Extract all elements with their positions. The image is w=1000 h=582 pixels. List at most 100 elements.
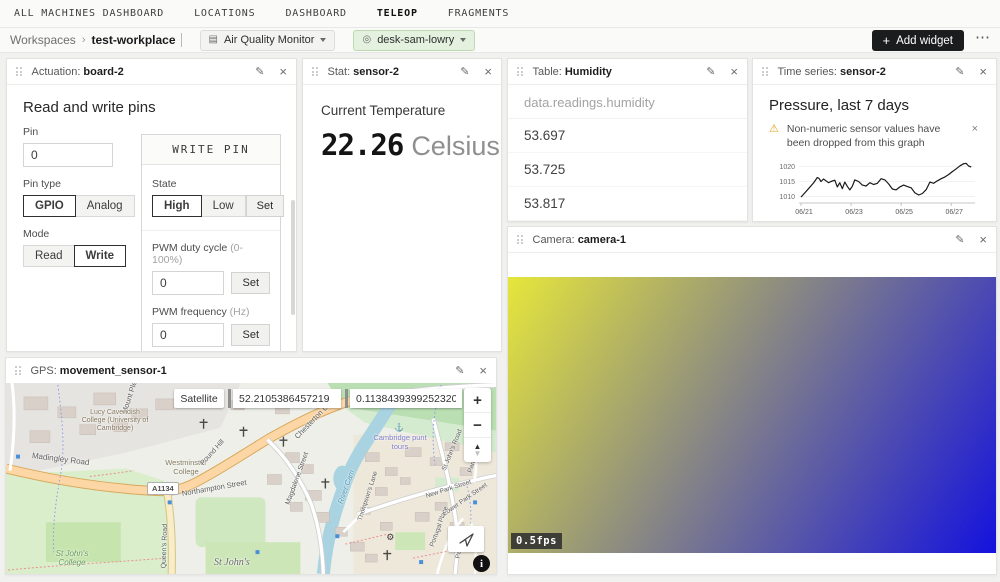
map-label-st-johns-college: St John's College bbox=[44, 549, 100, 567]
edit-icon[interactable]: ✎ bbox=[955, 233, 964, 246]
workspace-toolbar: Workspaces › test-workplace ▤ Air Qualit… bbox=[0, 28, 1000, 53]
widget-header: GPS:movement_sensor-1 ✎ × bbox=[6, 358, 496, 384]
divider-handle[interactable] bbox=[228, 389, 231, 408]
mode-read-button[interactable]: Read bbox=[23, 245, 75, 267]
edit-icon[interactable]: ✎ bbox=[255, 65, 264, 78]
close-icon[interactable]: × bbox=[979, 233, 987, 246]
state-toggle: High Low bbox=[152, 195, 246, 217]
fps-badge: 0.5fps bbox=[511, 533, 562, 549]
part-status-icon: ◎ bbox=[362, 35, 371, 45]
set-pwm-frequency-button[interactable]: Set bbox=[231, 324, 270, 346]
svg-text:06/23: 06/23 bbox=[845, 209, 863, 216]
map-label-punt-tours: Cambridge punt tours bbox=[368, 433, 432, 451]
zoom-in-button[interactable]: + bbox=[464, 388, 491, 413]
svg-text:1020: 1020 bbox=[779, 164, 795, 171]
pin-type-analog-button[interactable]: Analog bbox=[75, 195, 135, 217]
widget-title: Actuation:board-2 bbox=[32, 66, 124, 78]
scrollbar[interactable] bbox=[291, 200, 295, 315]
breadcrumb-workspaces[interactable]: Workspaces bbox=[10, 33, 76, 47]
mode-write-button[interactable]: Write bbox=[74, 245, 127, 267]
map-road-badge-a1134: A1134 bbox=[147, 482, 179, 495]
overflow-menu-button[interactable]: ⋯ bbox=[975, 28, 990, 46]
map-canvas[interactable]: ⚓ ⚙ Mount Pleasant Madingley Road Lucy C… bbox=[6, 383, 496, 574]
part-selector[interactable]: ◎ desk-sam-lowry bbox=[353, 30, 475, 51]
actuation-heading: Read and write pins bbox=[23, 99, 280, 116]
compass-button[interactable]: ▲ ▼ bbox=[464, 438, 491, 462]
anchor-icon: ⚓ bbox=[394, 422, 404, 432]
pin-type-toggle: GPIO Analog bbox=[23, 195, 135, 217]
plus-icon: + bbox=[883, 34, 891, 47]
satellite-toggle-button[interactable]: Satellite bbox=[174, 389, 224, 408]
machine-selector[interactable]: ▤ Air Quality Monitor bbox=[200, 30, 336, 51]
state-high-button[interactable]: High bbox=[152, 195, 202, 217]
close-icon[interactable]: × bbox=[730, 65, 738, 78]
widget-header: Actuation:board-2 ✎ × bbox=[7, 59, 296, 85]
nav-item-teleop[interactable]: TELEOP bbox=[377, 8, 418, 19]
table-row: 53.817 bbox=[508, 187, 747, 221]
state-low-button[interactable]: Low bbox=[201, 195, 246, 217]
workspace-name-field[interactable]: test-workplace bbox=[91, 33, 181, 47]
mode-label: Mode bbox=[23, 228, 121, 240]
widget-header: Stat:sensor-2 ✎ × bbox=[303, 59, 501, 85]
stat-unit: Celsius bbox=[411, 131, 500, 162]
state-label: State bbox=[152, 178, 270, 190]
gear-icon: ⚙ bbox=[386, 532, 394, 542]
chevron-down-icon bbox=[320, 38, 326, 42]
table-row: 53.725 bbox=[508, 153, 747, 187]
drag-handle-icon[interactable] bbox=[16, 67, 22, 76]
widget-title: Table:Humidity bbox=[533, 66, 612, 78]
dismiss-warning-icon[interactable]: × bbox=[970, 122, 980, 137]
edit-icon[interactable]: ✎ bbox=[455, 364, 464, 377]
widget-timeseries: Time series:sensor-2 ✎ × Pressure, last … bbox=[752, 58, 997, 222]
breadcrumb-separator: › bbox=[82, 34, 86, 46]
drag-handle-icon[interactable] bbox=[762, 67, 768, 76]
pin-input[interactable] bbox=[23, 143, 113, 167]
svg-text:06/21: 06/21 bbox=[795, 209, 813, 216]
latitude-input[interactable] bbox=[233, 389, 341, 408]
edit-icon[interactable]: ✎ bbox=[955, 65, 964, 78]
map-label-lucy-cavendish: Lucy Cavendish College (University of Ca… bbox=[78, 409, 152, 433]
add-widget-button[interactable]: + Add widget bbox=[872, 30, 965, 51]
edit-icon[interactable]: ✎ bbox=[460, 65, 469, 78]
close-icon[interactable]: × bbox=[979, 65, 987, 78]
write-pin-panel: WRITE PIN State High Low Set PWM duty cy… bbox=[141, 134, 281, 352]
table-row: 53.697 bbox=[508, 119, 747, 153]
widget-header: Time series:sensor-2 ✎ × bbox=[753, 59, 996, 85]
zoom-out-button[interactable]: − bbox=[464, 413, 491, 438]
map-zoom-controls: + − ▲ ▼ bbox=[464, 388, 491, 462]
widget-title: Time series:sensor-2 bbox=[778, 66, 886, 78]
widget-gps: GPS:movement_sensor-1 ✎ × bbox=[5, 357, 497, 575]
machine-selector-label: Air Quality Monitor bbox=[224, 34, 314, 46]
map-label-st-johns: St John's bbox=[214, 557, 250, 568]
nav-item-fragments[interactable]: FRAGMENTS bbox=[448, 8, 509, 19]
nav-item-dashboard[interactable]: DASHBOARD bbox=[285, 8, 346, 19]
edit-icon[interactable]: ✎ bbox=[706, 65, 715, 78]
nav-item-locations[interactable]: LOCATIONS bbox=[194, 8, 255, 19]
widget-header: Camera:camera-1 ✎ × bbox=[508, 227, 996, 253]
nav-item-all-machines-dashboard[interactable]: ALL MACHINES DASHBOARD bbox=[14, 8, 164, 19]
locate-button[interactable] bbox=[448, 526, 484, 552]
pin-type-gpio-button[interactable]: GPIO bbox=[23, 195, 76, 217]
drag-handle-icon[interactable] bbox=[312, 67, 318, 76]
set-pwm-duty-button[interactable]: Set bbox=[231, 272, 270, 294]
widget-title: Camera:camera-1 bbox=[533, 234, 627, 246]
svg-text:1010: 1010 bbox=[779, 194, 795, 201]
chart-title: Pressure, last 7 days bbox=[769, 97, 980, 114]
table-column-header: data.readings.humidity bbox=[508, 85, 747, 119]
drag-handle-icon[interactable] bbox=[517, 235, 523, 244]
attribution-info-button[interactable]: i bbox=[473, 555, 490, 572]
machine-icon: ▤ bbox=[209, 35, 218, 45]
divider-handle[interactable] bbox=[345, 389, 348, 408]
svg-text:06/25: 06/25 bbox=[895, 209, 913, 216]
pwm-duty-input[interactable] bbox=[152, 271, 224, 295]
close-icon[interactable]: × bbox=[484, 65, 492, 78]
longitude-input[interactable] bbox=[350, 389, 462, 408]
warning-icon: ⚠ bbox=[769, 122, 779, 137]
pwm-frequency-input[interactable] bbox=[152, 323, 224, 347]
drag-handle-icon[interactable] bbox=[15, 366, 21, 375]
drag-handle-icon[interactable] bbox=[517, 67, 523, 76]
close-icon[interactable]: × bbox=[279, 65, 287, 78]
set-state-button[interactable]: Set bbox=[246, 195, 285, 217]
close-icon[interactable]: × bbox=[479, 364, 487, 377]
pin-type-label: Pin type bbox=[23, 178, 121, 190]
